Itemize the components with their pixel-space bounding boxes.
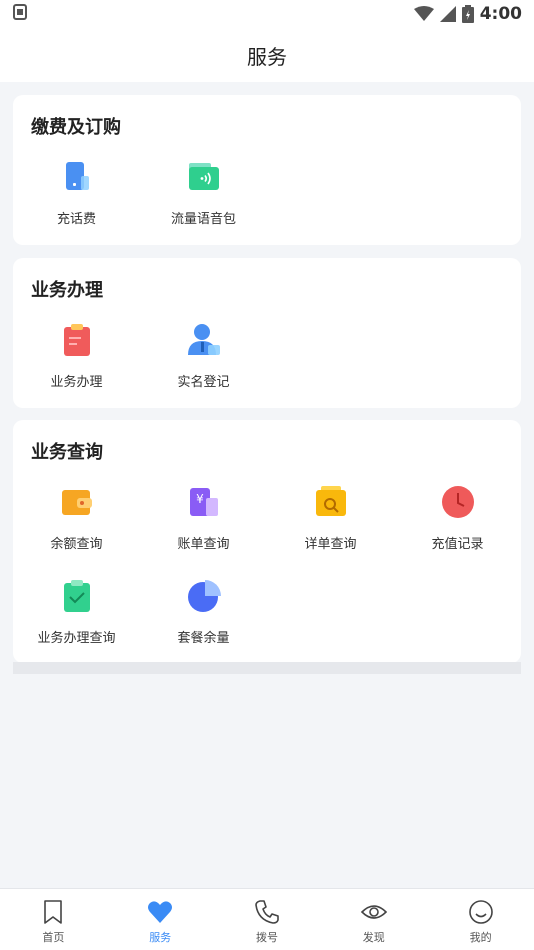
wallet-icon bbox=[61, 490, 92, 515]
service-plan-remaining[interactable]: 套餐余量 bbox=[140, 576, 267, 670]
tab-home[interactable]: 首页 bbox=[0, 889, 107, 950]
status-time: 4:00 bbox=[479, 4, 522, 24]
tab-label: 拨号 bbox=[255, 931, 278, 944]
bottom-tab-bar: 首页 服务 拨号 发现 我的 bbox=[0, 888, 534, 950]
service-business-handle[interactable]: 业务办理 bbox=[13, 320, 140, 414]
section-divider bbox=[13, 662, 521, 674]
sim-icon bbox=[12, 4, 28, 24]
bill-icon: ¥ bbox=[189, 488, 218, 516]
eye-icon bbox=[360, 905, 387, 919]
service-label: 充话费 bbox=[56, 212, 96, 227]
section-query: 业务查询 余额查询 ¥ 账单查询 详单查询 充值记录 业务办理查询 套餐余量 bbox=[13, 420, 521, 663]
section-title: 业务查询 bbox=[31, 442, 103, 463]
service-balance[interactable]: 余额查询 bbox=[13, 482, 140, 576]
wifi-icon bbox=[413, 6, 434, 21]
clipboard-check-icon bbox=[63, 580, 90, 612]
clipboard-icon bbox=[63, 324, 90, 356]
smile-icon bbox=[468, 900, 493, 924]
service-bill[interactable]: ¥ 账单查询 bbox=[140, 482, 267, 576]
service-label: 业务办理 bbox=[50, 375, 103, 390]
tab-discover[interactable]: 发现 bbox=[320, 889, 427, 950]
tab-label: 服务 bbox=[149, 931, 172, 944]
section-payment: 缴费及订购 充话费 流量语音包 bbox=[13, 95, 521, 245]
service-label: 充值记录 bbox=[431, 537, 484, 552]
service-label: 账单查询 bbox=[177, 537, 230, 552]
section-title: 业务办理 bbox=[31, 280, 103, 301]
tab-mine[interactable]: 我的 bbox=[427, 889, 534, 950]
service-label: 实名登记 bbox=[177, 375, 230, 390]
section-business: 业务办理 业务办理 实名登记 bbox=[13, 258, 521, 408]
service-data-pack[interactable]: 流量语音包 bbox=[140, 157, 267, 251]
section-title: 缴费及订购 bbox=[31, 117, 121, 138]
page-header: 服务 bbox=[0, 28, 534, 82]
service-label: 套餐余量 bbox=[177, 631, 230, 646]
clock-icon bbox=[441, 486, 474, 518]
service-business-query[interactable]: 业务办理查询 bbox=[13, 576, 140, 670]
tab-label: 发现 bbox=[362, 931, 385, 944]
service-recharge[interactable]: 充话费 bbox=[13, 157, 140, 251]
service-realname[interactable]: 实名登记 bbox=[140, 320, 267, 414]
service-label: 流量语音包 bbox=[170, 212, 236, 227]
tab-label: 我的 bbox=[469, 931, 492, 944]
pie-chart-icon bbox=[187, 580, 221, 612]
signal-icon bbox=[439, 6, 456, 22]
page-title: 服务 bbox=[247, 44, 287, 69]
service-recharge-record[interactable]: 充值记录 bbox=[394, 482, 521, 576]
service-detail[interactable]: 详单查询 bbox=[267, 482, 394, 576]
service-label: 余额查询 bbox=[50, 537, 103, 552]
data-voice-pack-icon bbox=[188, 163, 219, 190]
service-label: 详单查询 bbox=[304, 537, 357, 552]
service-label: 业务办理查询 bbox=[37, 631, 116, 646]
heart-icon bbox=[148, 901, 173, 923]
user-id-icon bbox=[187, 324, 220, 355]
detail-search-icon bbox=[315, 486, 346, 516]
bookmark-icon bbox=[44, 900, 63, 924]
battery-icon bbox=[461, 5, 474, 23]
tab-label: 首页 bbox=[42, 931, 65, 944]
tab-service[interactable]: 服务 bbox=[107, 889, 214, 950]
status-indicators: 4:00 bbox=[413, 4, 522, 24]
phone-icon bbox=[255, 900, 279, 924]
tab-dial[interactable]: 拨号 bbox=[214, 889, 321, 950]
status-bar: 4:00 bbox=[0, 0, 534, 28]
svg-text:¥: ¥ bbox=[196, 492, 204, 506]
phone-recharge-icon bbox=[65, 162, 89, 190]
